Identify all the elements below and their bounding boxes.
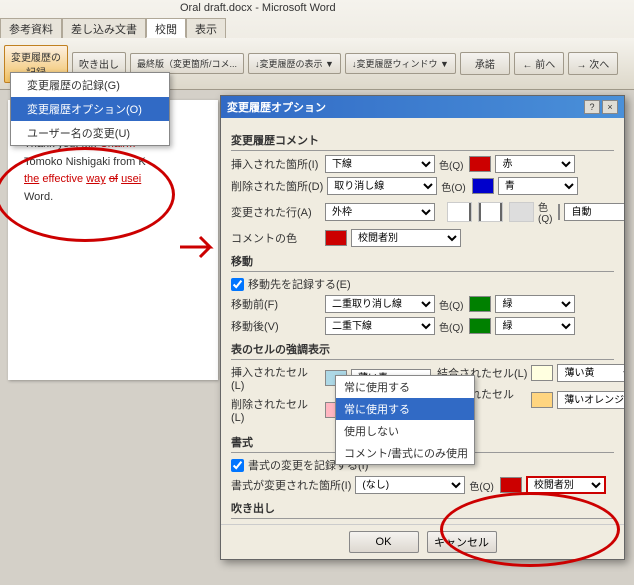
tab-review[interactable]: 校閲	[146, 18, 186, 38]
move-to-color-box[interactable]	[469, 318, 491, 334]
dialog-help-btn[interactable]: ?	[584, 100, 600, 114]
section-move-title: 移動	[231, 253, 614, 272]
preview-box-2	[478, 202, 503, 222]
comment-color-row: コメントの色 校閲者別	[231, 229, 614, 247]
dialog-footer: OK キャンセル	[221, 524, 624, 559]
split-cell-select[interactable]: 薄いオレンジ	[557, 391, 624, 409]
cancel-button[interactable]: キャンセル	[427, 531, 497, 553]
reviewing-pane-btn[interactable]: ↓変更履歴ウィンドウ ▼	[345, 53, 456, 74]
final-version-btn[interactable]: 最終版（変更箇所/コメ...	[130, 53, 244, 74]
dialog-titlebar: 変更履歴オプション ? ×	[221, 96, 624, 118]
section-balloon-title: 吹き出し	[231, 500, 614, 519]
dropdown-menu[interactable]: 変更履歴の記録(G) 変更履歴オプション(O) ユーザー名の変更(U)	[10, 72, 170, 146]
section-cell-title: 表のセルの強調表示	[231, 341, 614, 360]
balloon-use-dropdown[interactable]: 常に使用する 常に使用する 使用しない コメント/書式にのみ使用	[335, 375, 475, 465]
track-moves-checkbox-row: 移動先を記録する(E)	[231, 276, 614, 292]
arrow-annotation	[175, 232, 225, 262]
delete-color-box[interactable]	[472, 178, 494, 194]
preview-box-1	[447, 202, 472, 222]
dropdown-item-username[interactable]: ユーザー名の変更(U)	[11, 121, 169, 145]
move-to-row: 移動後(V) 二重下線 色(Q) 緑	[231, 317, 614, 335]
dropdown-item-record[interactable]: 変更履歴の記録(G)	[11, 73, 169, 97]
changed-color-select[interactable]: 自動	[564, 203, 624, 221]
insert-row: 挿入された箇所(I) 下線 色(Q) 赤	[231, 155, 614, 173]
window-title: Oral draft.docx - Microsoft Word	[180, 2, 336, 14]
prev-btn[interactable]: ← 前へ	[514, 52, 564, 75]
changed-line-select[interactable]: 外枠	[325, 203, 435, 221]
move-from-color-label: 色(Q)	[439, 297, 463, 312]
document-text: Thank you, Mr. Chairm Tomoko Nishigaki f…	[24, 136, 202, 206]
tab-view[interactable]: 表示	[186, 18, 226, 38]
ok-button[interactable]: OK	[349, 531, 419, 553]
tab-references[interactable]: 参考資料	[0, 18, 62, 38]
delete-row: 削除された箇所(D) 取り消し線 色(O) 青	[231, 177, 614, 195]
comment-color-label: コメントの色	[231, 230, 321, 246]
balloon-dropdown-always1[interactable]: 常に使用する	[336, 376, 474, 398]
inserted-cell-label: 挿入されたセル(L)	[231, 364, 321, 392]
move-from-select[interactable]: 二重取り消し線	[325, 295, 435, 313]
document-area: Slide 1. Thank you, Mr. Chairm Tomoko Ni…	[0, 92, 240, 585]
delete-color-select[interactable]: 青	[498, 177, 578, 195]
changed-color-label: 色(Q)	[538, 199, 552, 225]
move-to-select[interactable]: 二重下線	[325, 317, 435, 335]
comment-color-select[interactable]: 校閲者別	[351, 229, 461, 247]
format-color-select[interactable]: 校閲者別	[526, 476, 606, 494]
format-color-box[interactable]	[500, 477, 522, 493]
track-format-checkbox[interactable]	[231, 459, 244, 472]
move-to-color-select[interactable]: 緑	[495, 317, 575, 335]
comment-color-box[interactable]	[325, 230, 347, 246]
next-btn[interactable]: → 次へ	[568, 52, 618, 75]
dropdown-item-options[interactable]: 変更履歴オプション(O)	[11, 97, 169, 121]
accept-btn[interactable]: 承諾	[460, 52, 510, 75]
show-markup-btn[interactable]: ↓変更履歴の表示 ▼	[248, 53, 341, 74]
move-from-color-select[interactable]: 緑	[495, 295, 575, 313]
changed-line-label: 変更された行(A)	[231, 204, 321, 220]
format-changed-select[interactable]: (なし)	[355, 476, 465, 494]
balloon-dropdown-comments[interactable]: コメント/書式にのみ使用	[336, 442, 474, 464]
deleted-cell-label: 削除されたセル(L)	[231, 396, 321, 424]
changed-line-row: 変更された行(A) 外枠 色(Q)	[231, 199, 614, 225]
tab-mailings[interactable]: 差し込み文書	[62, 18, 146, 38]
balloon-dropdown-always2[interactable]: 常に使用する	[336, 398, 474, 420]
dialog-close-btn[interactable]: ×	[602, 100, 618, 114]
insert-color-select[interactable]: 赤	[495, 155, 575, 173]
merged-cell-select[interactable]: 薄い黄	[557, 364, 624, 382]
move-to-label: 移動後(V)	[231, 318, 321, 334]
insert-color-box[interactable]	[469, 156, 491, 172]
section-comments-title: 変更履歴コメント	[231, 132, 614, 151]
preview-box-3	[509, 202, 534, 222]
track-moves-label: 移動先を記録する(E)	[248, 276, 351, 292]
dialog-controls: ? ×	[584, 100, 618, 114]
insert-color-label: 色(Q)	[439, 157, 463, 172]
merged-cell-color[interactable]	[531, 365, 553, 381]
move-from-color-box[interactable]	[469, 296, 491, 312]
format-changed-row: 書式が変更された箇所(I) (なし) 色(Q) 校閲者別	[231, 476, 614, 494]
delete-label: 削除された箇所(D)	[231, 178, 323, 194]
insert-select[interactable]: 下線	[325, 155, 435, 173]
delete-select[interactable]: 取り消し線	[327, 177, 437, 195]
format-changed-label: 書式が変更された箇所(I)	[231, 477, 351, 493]
ribbon-tabs: 参考資料 差し込み文書 校閲 表示	[0, 18, 226, 38]
move-from-label: 移動前(F)	[231, 296, 321, 312]
track-moves-checkbox[interactable]	[231, 278, 244, 291]
track-changes-options-dialog: 変更履歴オプション ? × 変更履歴コメント 挿入された箇所(I) 下線 色(Q…	[220, 95, 625, 560]
format-color-label: 色(Q)	[469, 478, 493, 493]
balloon-dropdown-never[interactable]: 使用しない	[336, 420, 474, 442]
changed-color-box[interactable]	[558, 204, 560, 220]
word-background: Oral draft.docx - Microsoft Word 参考資料 差し…	[0, 0, 634, 585]
move-to-color-label: 色(Q)	[439, 319, 463, 334]
dialog-title: 変更履歴オプション	[227, 99, 326, 115]
insert-label: 挿入された箇所(I)	[231, 156, 321, 172]
delete-color-label: 色(O)	[441, 179, 465, 194]
split-cell-color[interactable]	[531, 392, 553, 408]
move-from-row: 移動前(F) 二重取り消し線 色(Q) 緑	[231, 295, 614, 313]
